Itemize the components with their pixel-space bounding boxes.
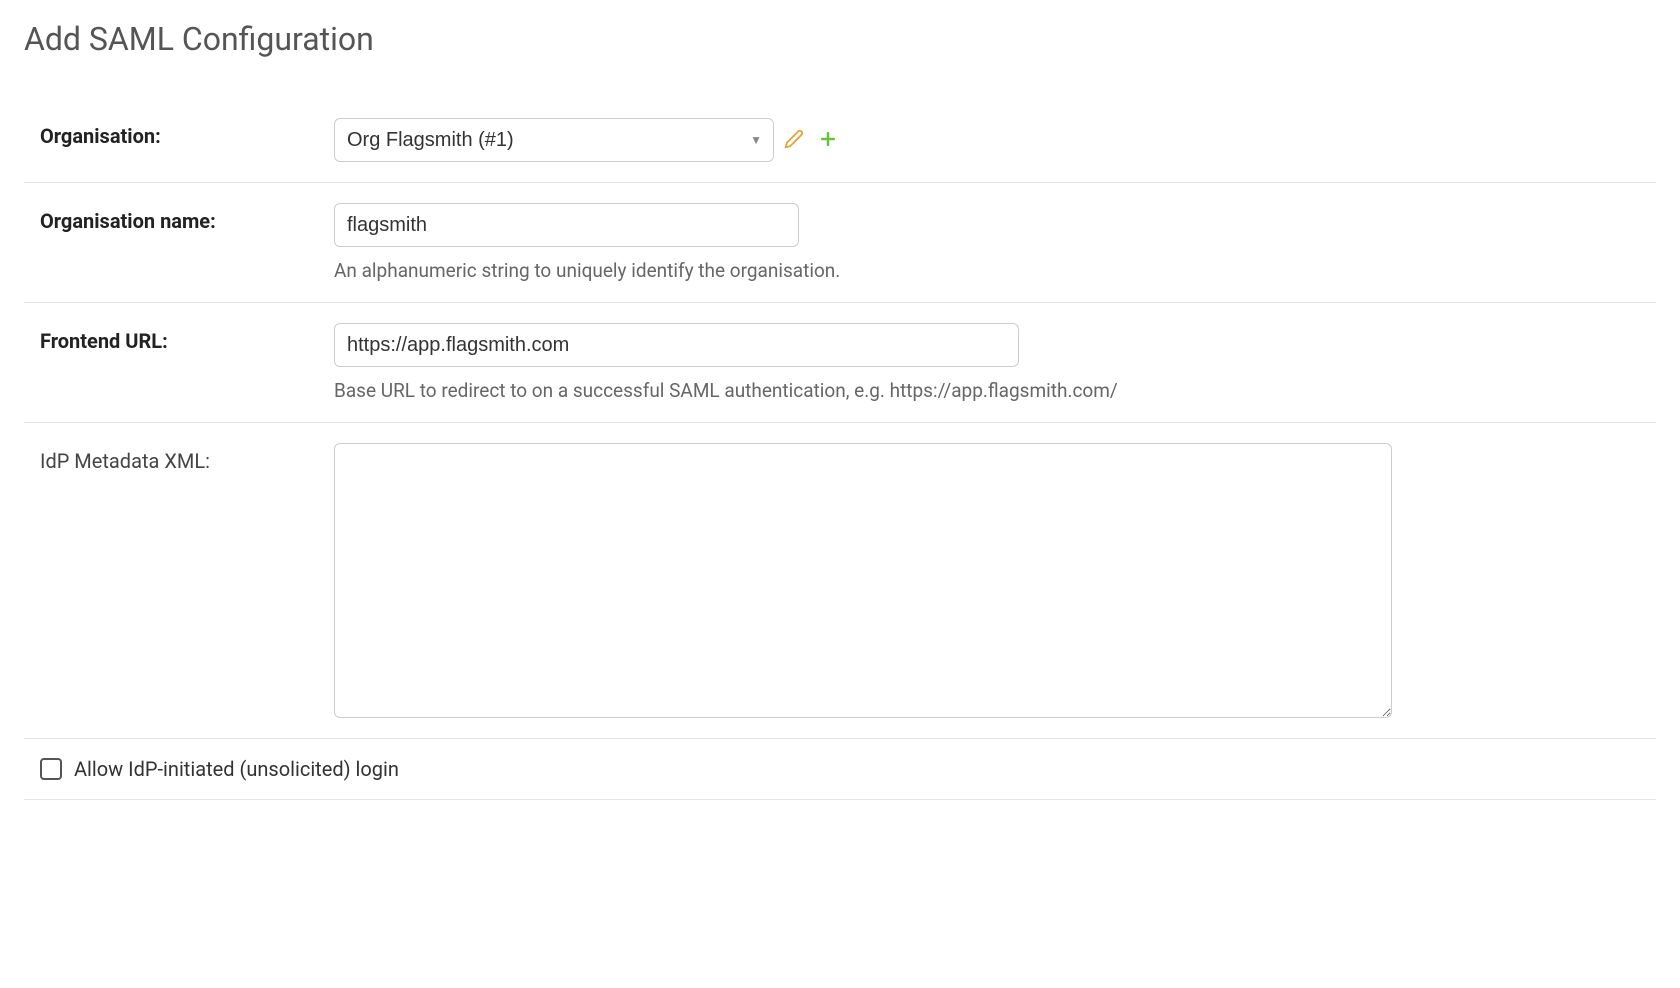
row-allow-idp-initiated: Allow IdP-initiated (unsolicited) login — [24, 739, 1656, 800]
idp-metadata-textarea[interactable] — [334, 443, 1392, 718]
help-organisation-name: An alphanumeric string to uniquely ident… — [334, 259, 1656, 282]
plus-icon — [818, 129, 838, 152]
row-idp-metadata: IdP Metadata XML: — [24, 423, 1656, 739]
add-organisation-button[interactable] — [814, 126, 842, 154]
label-organisation: Organisation: — [40, 124, 161, 148]
row-frontend-url: Frontend URL: Base URL to redirect to on… — [24, 303, 1656, 423]
help-frontend-url: Base URL to redirect to on a successful … — [334, 379, 1656, 402]
label-allow-idp-initiated[interactable]: Allow IdP-initiated (unsolicited) login — [74, 757, 399, 781]
allow-idp-initiated-checkbox[interactable] — [40, 758, 62, 780]
page-title: Add SAML Configuration — [24, 20, 1656, 58]
label-frontend-url: Frontend URL: — [40, 329, 168, 353]
edit-organisation-button[interactable] — [780, 126, 808, 154]
pencil-icon — [784, 129, 804, 152]
label-organisation-name: Organisation name: — [40, 209, 216, 233]
frontend-url-input[interactable] — [334, 323, 1019, 367]
label-idp-metadata: IdP Metadata XML: — [40, 449, 210, 473]
row-organisation: Organisation: Org Flagsmith (#1) ▼ — [24, 98, 1656, 183]
row-organisation-name: Organisation name: An alphanumeric strin… — [24, 183, 1656, 303]
organisation-name-input[interactable] — [334, 203, 799, 247]
organisation-select[interactable]: Org Flagsmith (#1) — [334, 118, 774, 162]
